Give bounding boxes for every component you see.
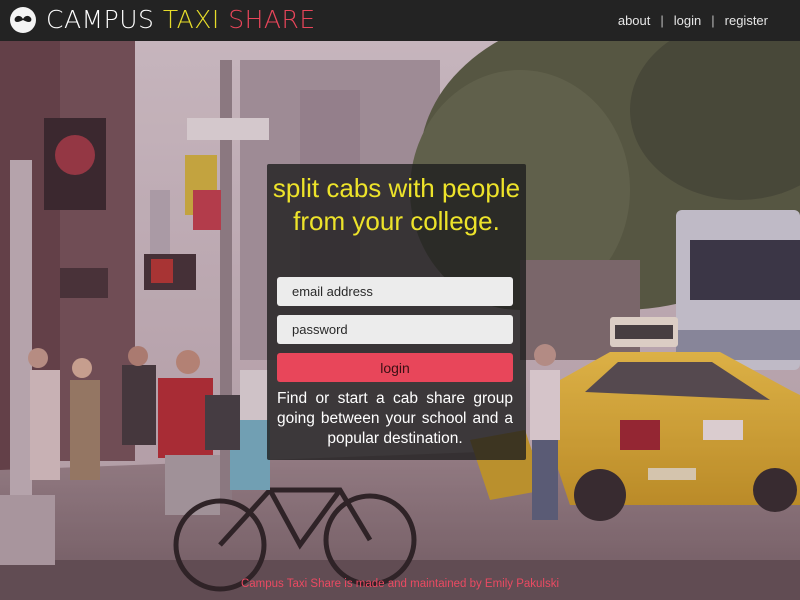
nav-login-link[interactable]: login xyxy=(674,13,701,28)
top-nav-links: about | login | register xyxy=(618,13,768,28)
email-field[interactable] xyxy=(277,277,513,306)
brand-word-taxi: TAXI xyxy=(162,5,220,34)
footer-credit[interactable]: Campus Taxi Share is made and maintained… xyxy=(0,578,800,590)
login-button[interactable]: login xyxy=(277,353,513,382)
page: CAMPUS TAXI SHARE about | login | regist… xyxy=(0,0,800,600)
nav-separator: | xyxy=(711,13,715,28)
top-navigation-bar: CAMPUS TAXI SHARE about | login | regist… xyxy=(0,0,800,41)
hero-description: Find or start a cab share group going be… xyxy=(277,390,513,447)
password-field[interactable] xyxy=(277,315,513,344)
brand-word-campus: CAMPUS xyxy=(46,5,155,34)
brand-name: CAMPUS TAXI SHARE xyxy=(46,6,316,34)
nav-register-link[interactable]: register xyxy=(725,13,768,28)
nav-separator: | xyxy=(660,13,664,28)
login-card: split cabs with people from your college… xyxy=(267,164,526,460)
mustache-logo-icon xyxy=(10,7,36,33)
nav-about-link[interactable]: about xyxy=(618,13,651,28)
brand-word-share: SHARE xyxy=(228,5,316,34)
brand[interactable]: CAMPUS TAXI SHARE xyxy=(10,6,316,34)
hero-headline: split cabs with people from your college… xyxy=(272,173,521,236)
